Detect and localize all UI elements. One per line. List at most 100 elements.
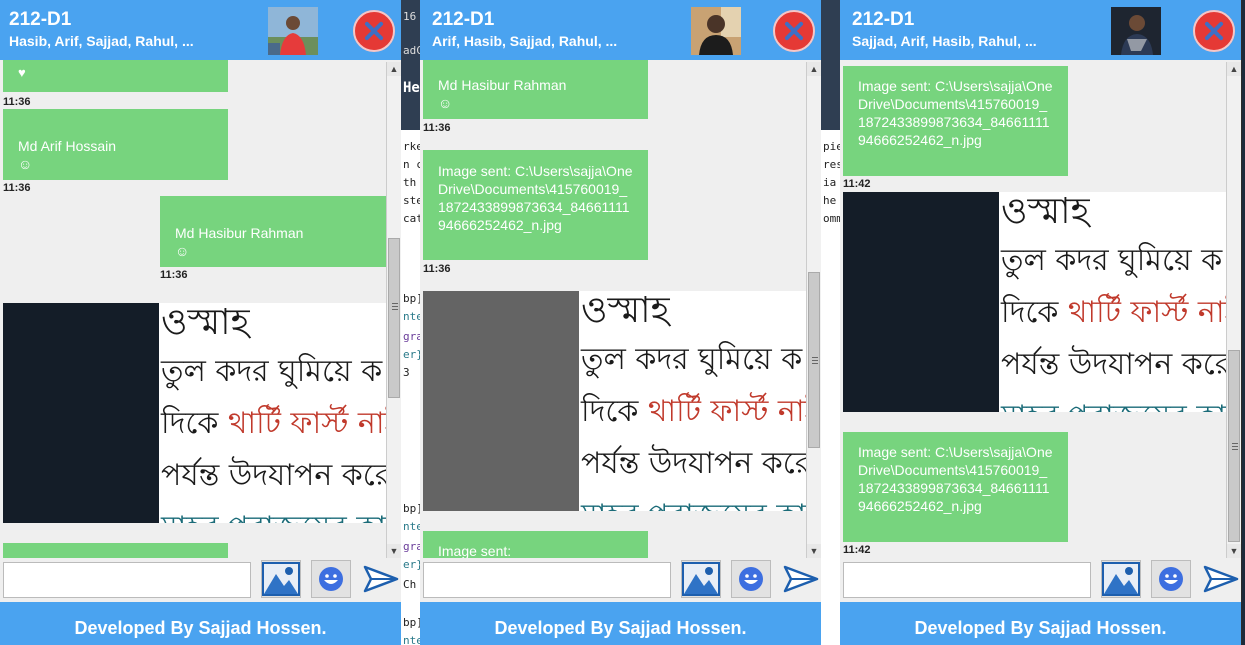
scroll-up-arrow[interactable]: ▲ xyxy=(387,62,401,76)
composer xyxy=(0,558,401,602)
chat-header: 212-D1 Arif, Hasib, Sajjad, Rahul, ... xyxy=(420,0,821,60)
message-bubble: Image sent: C:\Users\sajja\OneDrive\Docu… xyxy=(843,66,1068,176)
group-members: Arif, Hasib, Sajjad, Rahul, ... xyxy=(432,33,618,49)
group-title: 212-D1 xyxy=(432,9,495,30)
message-bubble: Image sent: C:\Users\sajja\OneDrive\Docu… xyxy=(843,432,1068,542)
message-body: ☺ xyxy=(438,95,453,111)
image-text-line: মাহর পরাজয়ের কা xyxy=(581,491,806,511)
message-body: Image sent: C:\Users\sajja\OneDrive\Docu… xyxy=(858,78,1053,148)
scroll-down-arrow[interactable]: ▼ xyxy=(387,544,401,558)
image-text-line: দিকে থার্টি ফার্স্ট নাই xyxy=(1001,295,1226,330)
close-button[interactable] xyxy=(353,10,395,52)
group-title: 212-D1 xyxy=(9,9,72,30)
chat-window-2: 212-D1 Arif, Hasib, Sajjad, Rahul, ... M… xyxy=(420,0,821,645)
scrollbar[interactable]: ▲ ▼ xyxy=(386,62,401,558)
send-image-button[interactable] xyxy=(261,560,301,598)
code-line: he xyxy=(823,194,837,207)
message-time: 11:36 xyxy=(3,96,31,108)
scrollbar[interactable]: ▲ ▼ xyxy=(1226,62,1241,558)
image-icon xyxy=(1102,562,1140,596)
scroll-up-arrow[interactable]: ▲ xyxy=(1227,62,1241,76)
message-sender: Md Hasibur Rahman xyxy=(175,225,304,241)
image-text-line: দিকে থার্টি ফার্স্ট নাই xyxy=(581,394,806,429)
scrollbar[interactable]: ▲ ▼ xyxy=(806,62,821,558)
send-image-button[interactable] xyxy=(681,560,721,598)
footer-credit: Developed By Sajjad Hossen. xyxy=(0,602,401,645)
send-icon xyxy=(363,565,399,593)
send-button[interactable] xyxy=(361,560,401,598)
emoji-icon xyxy=(1159,567,1183,591)
image-message: ওস্মাহ তুল কদর ঘুমিয়ে ক দিকে থার্টি ফার্স… xyxy=(423,291,806,511)
message-time: 11:36 xyxy=(160,269,188,281)
chat-window-3: 212-D1 Sajjad, Arif, Hasib, Rahul, ... I… xyxy=(840,0,1241,645)
scroll-down-arrow[interactable]: ▼ xyxy=(807,544,821,558)
image-text-line: তুল কদর ঘুমিয়ে ক xyxy=(161,354,383,389)
code-line: 3 xyxy=(403,366,410,379)
message-body: ♥ xyxy=(18,65,26,80)
composer xyxy=(840,558,1241,602)
send-button[interactable] xyxy=(781,560,821,598)
emoji-button[interactable] xyxy=(1151,560,1191,598)
close-button[interactable] xyxy=(773,10,815,52)
image-dark-area xyxy=(843,192,999,412)
scroll-up-arrow[interactable]: ▲ xyxy=(807,62,821,76)
scroll-down-arrow[interactable]: ▼ xyxy=(1227,544,1241,558)
chat-header: 212-D1 Hasib, Arif, Sajjad, Rahul, ... xyxy=(0,0,401,60)
send-image-button[interactable] xyxy=(1101,560,1141,598)
close-button[interactable] xyxy=(1193,10,1235,52)
message-bubble: Image sent: C:\Users\sajja\OneDrive\Docu… xyxy=(423,150,648,260)
message-list: Image sent: C:\Users\sajja\OneDrive\Docu… xyxy=(840,60,1226,558)
composer xyxy=(420,558,821,602)
message-time: 11:42 xyxy=(843,544,871,556)
message-body: Image sent: C:\Users\sajja\OneDrive\Docu… xyxy=(438,163,633,233)
group-title: 212-D1 xyxy=(852,9,915,30)
send-icon xyxy=(1203,565,1239,593)
image-message: ওস্মাহ তুল কদর ঘুমিয়ে ক দিকে থার্টি ফার্স… xyxy=(3,303,386,523)
scroll-thumb[interactable] xyxy=(388,238,400,398)
avatar xyxy=(268,7,318,55)
message-bubble: Md Hasibur Rahman ☺ xyxy=(160,196,386,267)
code-line: th xyxy=(403,176,417,189)
message-time: 11:36 xyxy=(3,182,31,194)
emoji-icon xyxy=(739,567,763,591)
emoji-icon xyxy=(319,567,343,591)
message-bubble-partial: Image sent: xyxy=(423,531,648,558)
avatar xyxy=(691,7,741,55)
image-content: ওস্মাহ তুল কদর ঘুমিয়ে ক দিকে থার্টি ফার্স… xyxy=(579,291,806,511)
message-bubble: Md Hasibur Rahman ☺ xyxy=(423,60,648,119)
message-input[interactable] xyxy=(3,562,251,598)
image-text-line: মাহর পরাজয়ের কা xyxy=(1001,392,1226,412)
image-text-line: তুল কদর ঘুমিয়ে ক xyxy=(581,342,803,377)
code-line: He xyxy=(403,80,420,96)
group-members: Hasib, Arif, Sajjad, Rahul, ... xyxy=(9,33,194,49)
scroll-thumb[interactable] xyxy=(1228,350,1240,542)
footer-credit: Developed By Sajjad Hossen. xyxy=(840,602,1241,645)
message-time: 11:36 xyxy=(423,122,451,134)
scroll-thumb[interactable] xyxy=(808,272,820,448)
image-dark-area xyxy=(423,291,579,511)
message-list: Md Hasibur Rahman ☺ 11:36 Image sent: C:… xyxy=(420,60,806,558)
message-input[interactable] xyxy=(423,562,671,598)
image-text-line: মাহর পরাজয়ের কা xyxy=(161,503,386,523)
image-text-line: তুল কদর ঘুমিয়ে ক xyxy=(1001,243,1223,278)
image-icon xyxy=(682,562,720,596)
emoji-button[interactable] xyxy=(731,560,771,598)
message-time: 11:42 xyxy=(843,178,871,190)
group-members: Sajjad, Arif, Hasib, Rahul, ... xyxy=(852,33,1037,49)
image-dark-area xyxy=(3,303,159,523)
message-list: ♥ 11:36 Md Arif Hossain ☺ 11:36 Md Hasib… xyxy=(0,60,386,558)
image-text-line: দিকে থার্টি ফার্স্ট নাই xyxy=(161,406,386,441)
avatar xyxy=(1111,7,1161,55)
code-line: Ch xyxy=(403,578,417,591)
message-input[interactable] xyxy=(843,562,1091,598)
footer-credit: Developed By Sajjad Hossen. xyxy=(420,602,821,645)
message-bubble: ♥ xyxy=(3,60,228,92)
send-button[interactable] xyxy=(1201,560,1241,598)
chat-header: 212-D1 Sajjad, Arif, Hasib, Rahul, ... xyxy=(840,0,1241,60)
send-icon xyxy=(783,565,819,593)
code-line: ia xyxy=(823,176,837,189)
emoji-button[interactable] xyxy=(311,560,351,598)
message-time: 11:36 xyxy=(423,263,451,275)
message-bubble-partial xyxy=(3,543,228,558)
message-body: ☺ xyxy=(175,243,190,259)
